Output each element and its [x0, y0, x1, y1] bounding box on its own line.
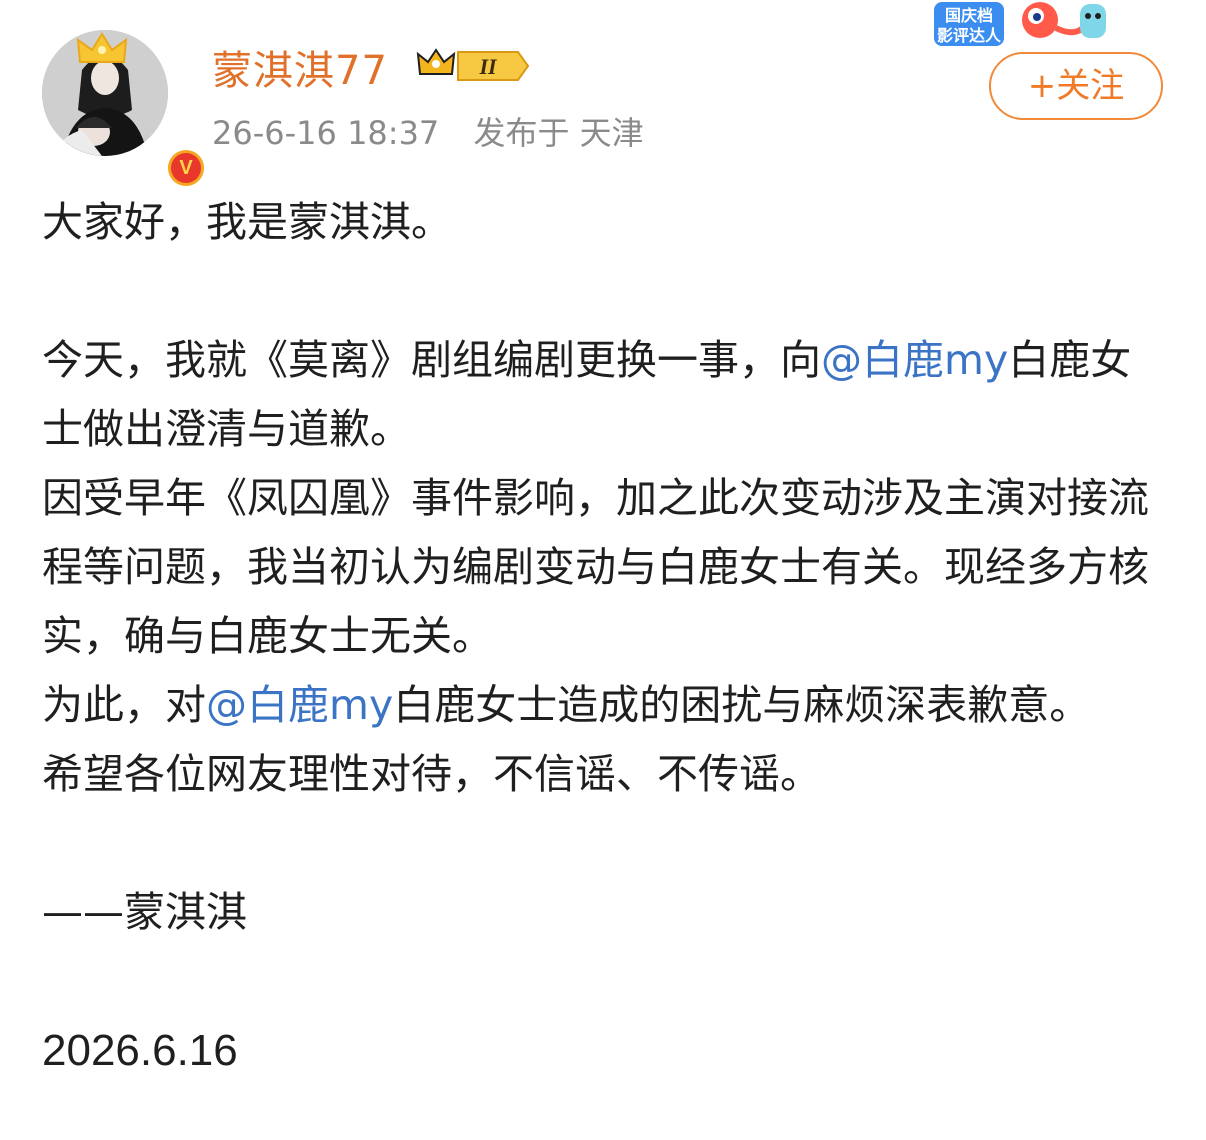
- avatar-container[interactable]: V: [40, 28, 208, 190]
- event-badge-line1: 国庆档: [945, 6, 993, 25]
- event-badge-line2: 影评达人: [937, 26, 1002, 45]
- post-date: 2026.6.16: [42, 1026, 238, 1075]
- post-meta: 26-6-16 18:37 发布于 天津: [212, 108, 644, 154]
- verified-v-label: V: [171, 153, 201, 183]
- vip-crown-badge-icon[interactable]: II: [414, 44, 532, 88]
- post-paragraph-3-before: 为此，对: [42, 681, 206, 729]
- post-paragraph-2: 因受早年《凤囚凰》事件影响，加之此次变动涉及主演对接流程等问题，我当初认为编剧变…: [42, 474, 1149, 660]
- post-signature: ——蒙淇淇: [42, 888, 247, 936]
- post-paragraph-3-after: 白鹿女士造成的困扰与麻烦深表歉意。: [393, 681, 1091, 729]
- follow-button[interactable]: +关注: [989, 52, 1163, 120]
- crown-icon: [76, 32, 128, 63]
- post-paragraph-4: 希望各位网友理性对待，不信谣、不传谣。: [42, 750, 821, 798]
- post-time: 26-6-16 18:37: [212, 114, 440, 152]
- verified-v-icon: V: [164, 146, 208, 190]
- post-paragraph-1-before: 今天，我就《莫离》剧组编剧更换一事，向: [42, 336, 821, 384]
- post-header: V 蒙淇淇77 II 26-6-16 18:37 发布于 天津 国庆档 影评达人…: [0, 0, 1206, 190]
- username[interactable]: 蒙淇淇77: [212, 38, 388, 96]
- mention-link[interactable]: @白鹿my: [206, 681, 393, 729]
- vip-level-text: II: [478, 54, 498, 79]
- post-greeting: 大家好，我是蒙淇淇。: [42, 198, 452, 246]
- event-badge-icon[interactable]: 国庆档 影评达人: [930, 0, 1120, 50]
- post-location: 发布于 天津: [473, 114, 644, 152]
- post-body: 大家好，我是蒙淇淇。 今天，我就《莫离》剧组编剧更换一事，向@白鹿my白鹿女士做…: [42, 188, 1172, 1085]
- post-paragraph-1: 今天，我就《莫离》剧组编剧更换一事，向@白鹿my白鹿女士做出澄清与道歉。: [42, 326, 1172, 464]
- mention-link[interactable]: @白鹿my: [821, 336, 1008, 384]
- post-paragraph-3: 为此，对@白鹿my白鹿女士造成的困扰与麻烦深表歉意。: [42, 671, 1172, 740]
